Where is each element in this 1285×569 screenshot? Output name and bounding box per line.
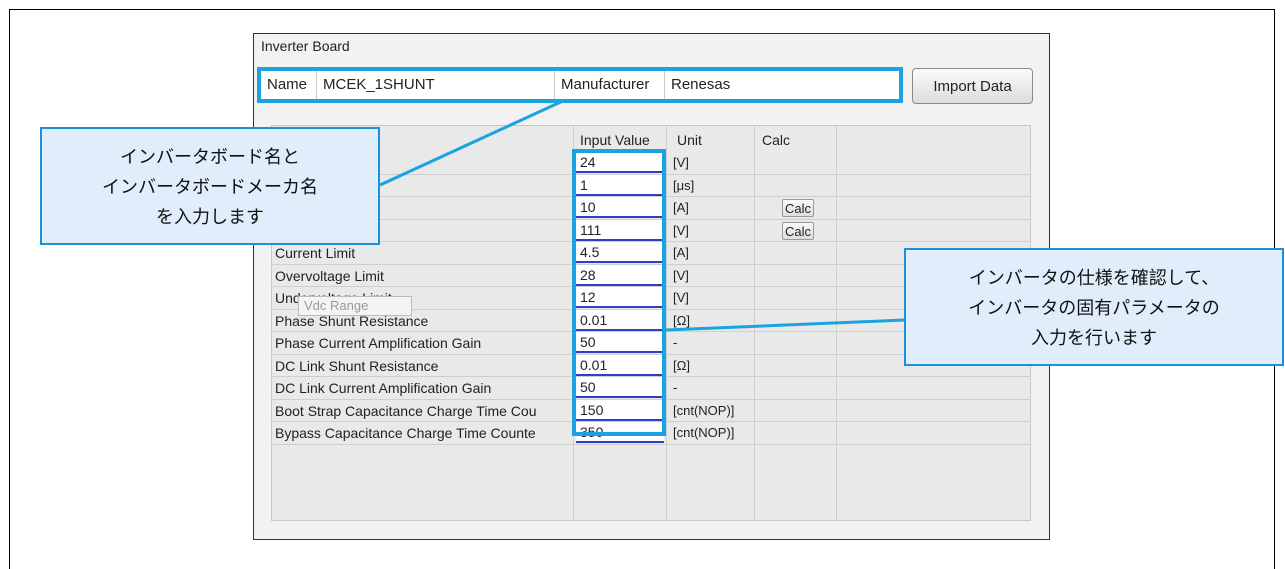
callout-left-line-1: インバータボード名と — [120, 147, 300, 168]
callout-right-line-3: 入力を行います — [1031, 328, 1157, 349]
right-leader-line — [665, 318, 906, 332]
callout-inverter-board-name: インバータボード名と インバータボードメーカ名 を入力します — [40, 127, 380, 245]
callout-left-line-3: を入力します — [156, 207, 264, 228]
callout-inverter-parameters: インバータの仕様を確認して、 インバータの固有パラメータの 入力を行います — [904, 248, 1284, 366]
left-leader-line — [379, 98, 566, 187]
callout-right-line-1: インバータの仕様を確認して、 — [968, 268, 1220, 289]
callout-right-line-2: インバータの固有パラメータの — [968, 298, 1220, 319]
callout-left-line-2: インバータボードメーカ名 — [102, 177, 318, 198]
